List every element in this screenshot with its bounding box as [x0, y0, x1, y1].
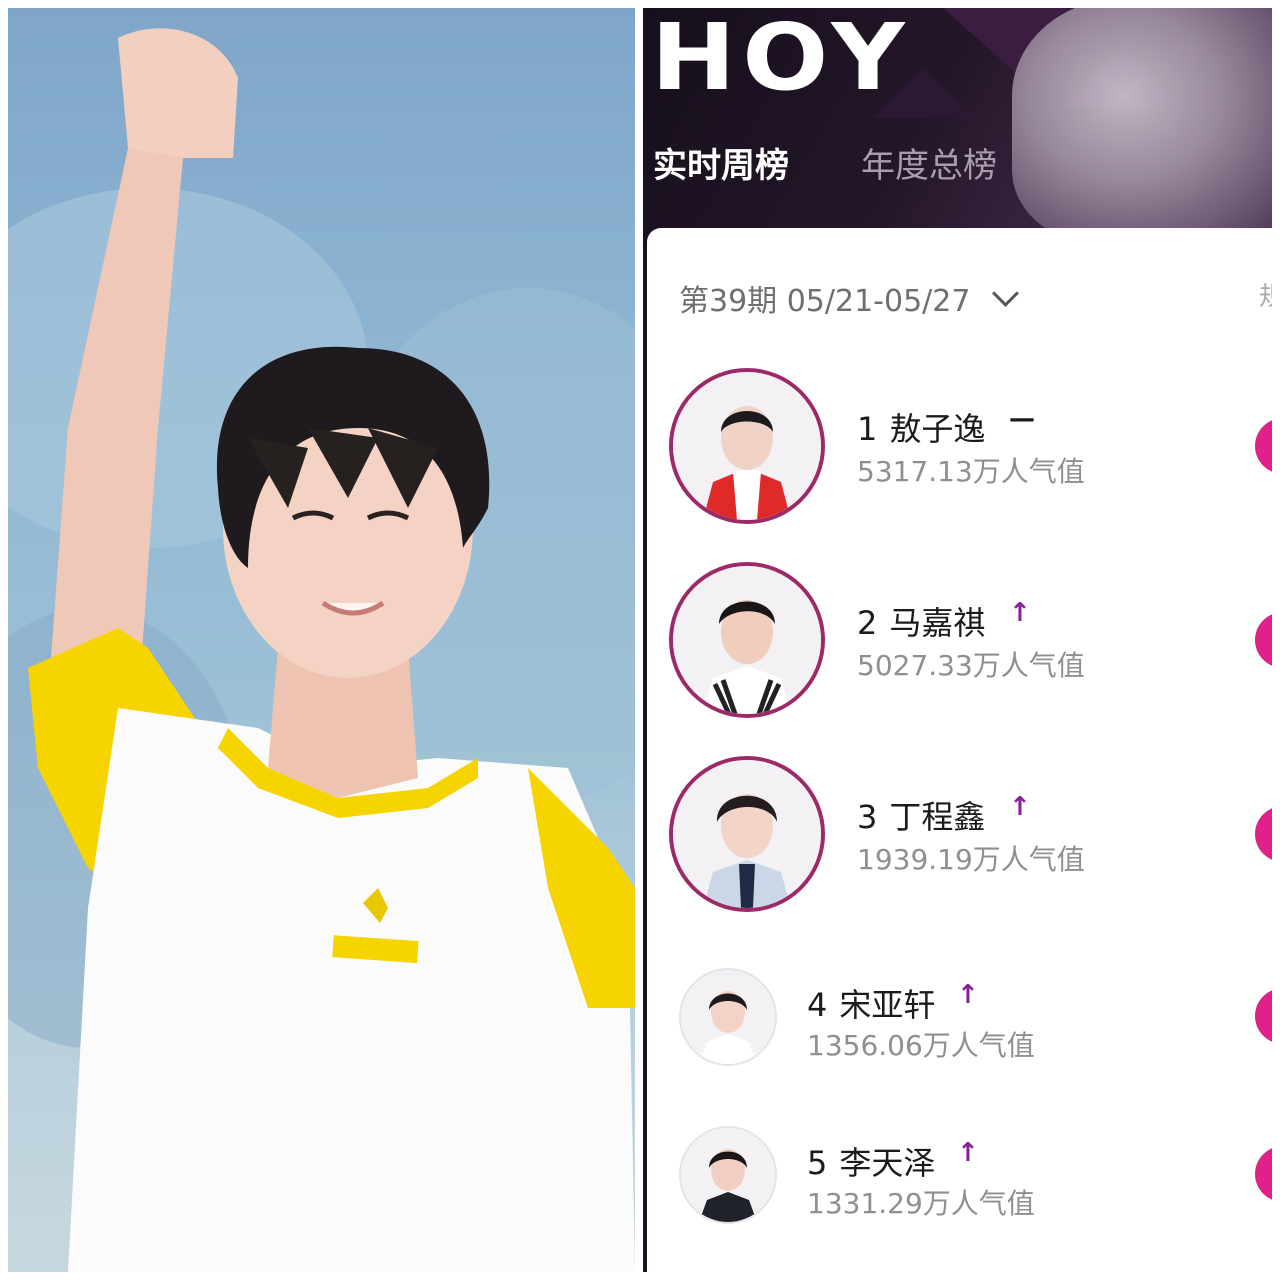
vote-button[interactable]	[1255, 1146, 1272, 1202]
tab-annual[interactable]: 年度总榜	[861, 138, 997, 187]
avatar	[679, 1126, 777, 1224]
popularity-value: 5027.33万人气值	[857, 649, 1085, 682]
rank-name: 4 宋亚轩	[807, 986, 936, 1024]
vote-button[interactable]	[1255, 612, 1272, 668]
vote-button[interactable]	[1255, 806, 1272, 862]
performer-photo	[8, 8, 635, 1272]
tab-bar: 实时周榜 年度总榜	[653, 138, 997, 187]
chevron-down-icon	[992, 279, 1020, 307]
avatar-photo	[673, 372, 821, 520]
avatar	[679, 968, 777, 1066]
vote-button[interactable]	[1255, 988, 1272, 1044]
ranking-list: 第39期 05/21-05/27 规 1敖子逸 — 5317.13万人气值	[647, 228, 1272, 1272]
ranking-row[interactable]: 5 李天泽 ↑ 1331.29万人气值	[647, 1126, 1272, 1236]
period-label: 第39期 05/21-05/27	[679, 284, 971, 319]
rank-name: 3 丁程鑫	[857, 798, 986, 836]
popularity-value: 1939.19万人气值	[857, 843, 1085, 876]
ranking-row[interactable]: 4 宋亚轩 ↑ 1356.06万人气值	[647, 968, 1272, 1078]
ranking-row[interactable]: 3 丁程鑫 ↑ 1939.19万人气值	[647, 756, 1272, 926]
header-figure-image	[1012, 8, 1272, 240]
app-header: HOY 实时周榜 年度总榜	[643, 8, 1272, 240]
ranking-row[interactable]: 2 马嘉祺 ↑ 5027.33万人气值	[647, 562, 1272, 732]
trend-same-icon: —	[1009, 404, 1035, 434]
popularity-value: 1356.06万人气值	[807, 1029, 1035, 1062]
arrow-up-icon: ↑	[1009, 598, 1031, 628]
arrow-up-icon: ↑	[957, 1138, 979, 1168]
hoy-logo: HOY	[651, 8, 912, 111]
avatar-photo	[673, 760, 821, 908]
vote-button[interactable]	[1255, 418, 1272, 474]
ranking-app: HOY 实时周榜 年度总榜 第39期 05/21-05/27 规	[643, 8, 1272, 1272]
rank-name: 1 敖子逸	[857, 410, 986, 448]
avatar	[669, 368, 825, 524]
rank-name: 5 李天泽	[807, 1144, 936, 1182]
avatar-photo	[673, 566, 821, 714]
period-selector[interactable]: 第39期 05/21-05/27	[679, 276, 1020, 320]
rank-name: 2 马嘉祺	[857, 604, 986, 642]
ranking-row[interactable]: 1 敖子逸 — 5317.13万人气值	[647, 368, 1272, 538]
tab-weekly[interactable]: 实时周榜	[653, 138, 789, 187]
popularity-value: 5317.13万人气值	[857, 455, 1085, 488]
popularity-value: 1331.29万人气值	[807, 1187, 1035, 1220]
performer-illustration	[8, 28, 635, 1272]
arrow-up-icon: ↑	[1009, 792, 1031, 822]
cut-off-text: 规	[1259, 276, 1272, 313]
avatar-photo	[681, 1128, 775, 1222]
avatar	[669, 562, 825, 718]
avatar-photo	[681, 970, 775, 1064]
avatar	[669, 756, 825, 912]
arrow-up-icon: ↑	[957, 980, 979, 1010]
